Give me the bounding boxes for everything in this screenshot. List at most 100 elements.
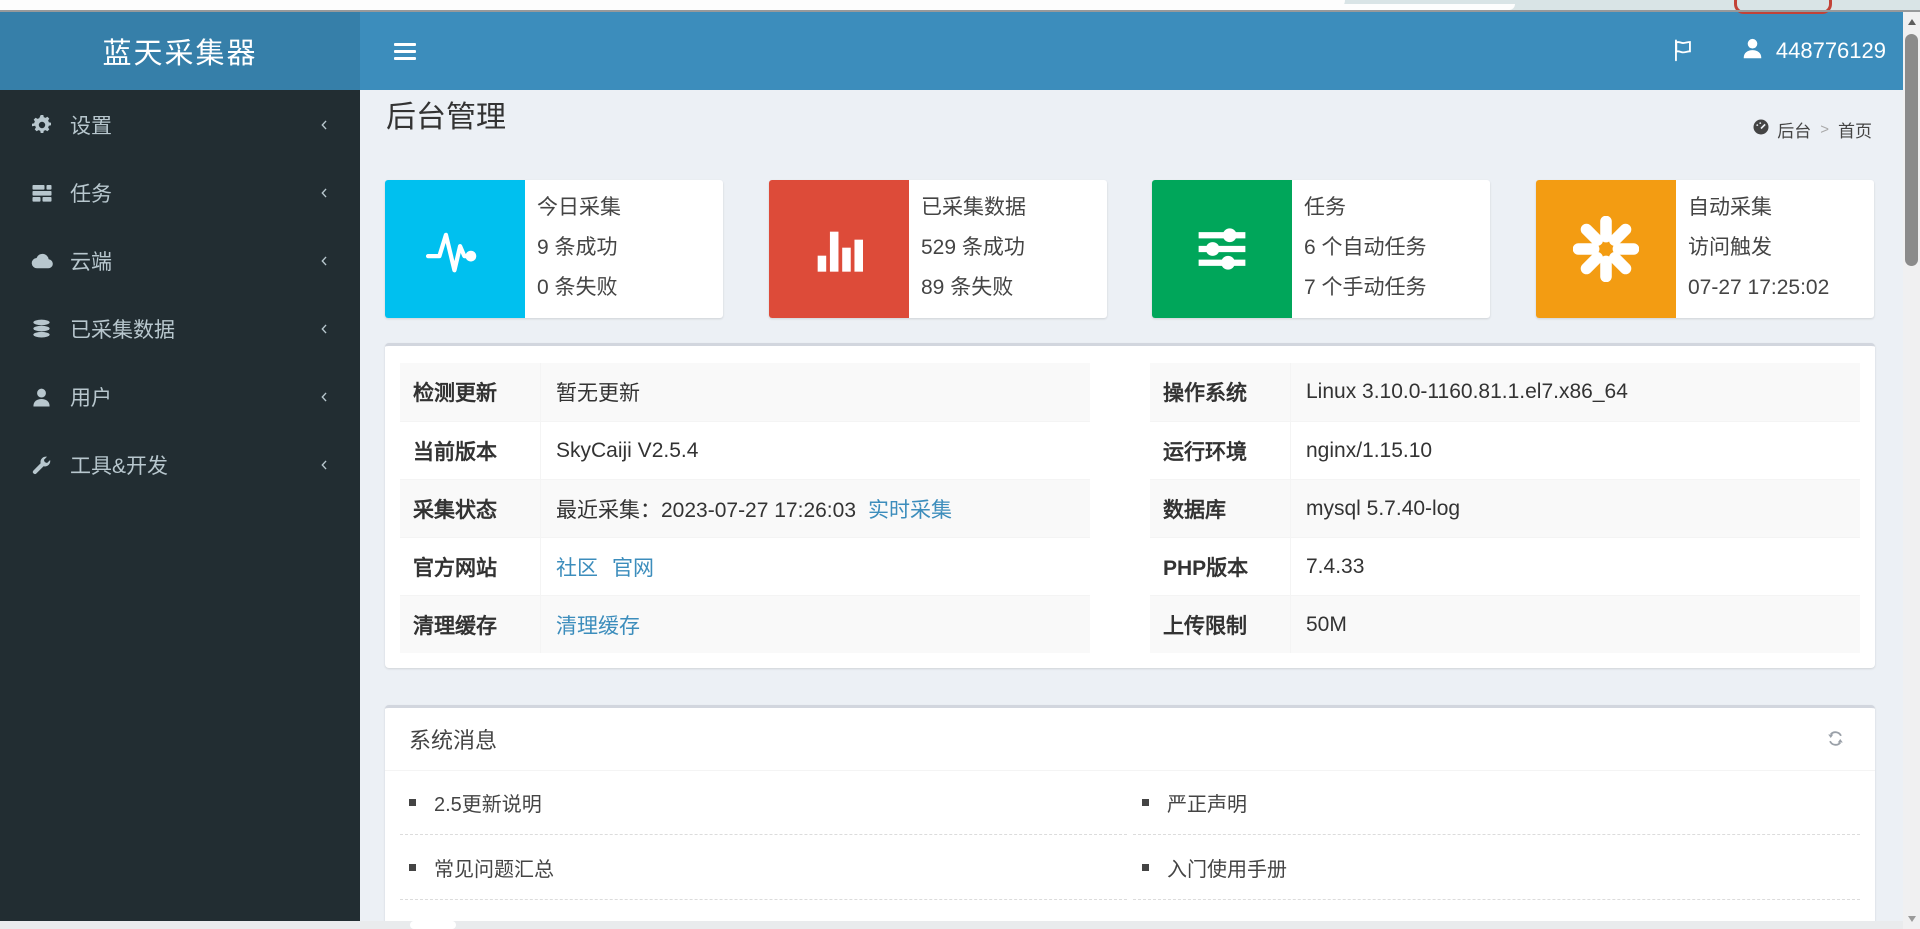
chevron-left-icon — [317, 458, 332, 473]
scroll-thumb[interactable] — [1905, 34, 1918, 266]
list-item: 常见问题汇总 — [400, 835, 1127, 900]
hamburger-icon — [394, 56, 416, 60]
user-icon — [1740, 36, 1765, 67]
row-label: PHP版本 — [1150, 538, 1291, 595]
sliders-icon — [1152, 180, 1292, 318]
table-row: 运行环境 nginx/1.15.10 — [1150, 421, 1860, 479]
sidebar: 设置 任务 云端 已采集数据 用户 工具&开发 — [0, 90, 360, 929]
community-link[interactable]: 社区 — [556, 552, 598, 582]
row-label: 检测更新 — [400, 363, 541, 421]
navbar-right: 448776129 — [1670, 12, 1886, 90]
bullet-icon — [1142, 863, 1149, 871]
sidebar-item-users[interactable]: 用户 — [0, 363, 360, 431]
system-table-right: 操作系统 Linux 3.10.0-1160.81.1.el7.x86_64 运… — [1150, 363, 1860, 653]
sidebar-item-label: 已采集数据 — [70, 319, 175, 342]
info-box-collected-data: 已采集数据 529 条成功 89 条失败 — [769, 180, 1107, 318]
vertical-scrollbar[interactable] — [1903, 12, 1920, 929]
breadcrumb-current: 首页 — [1838, 122, 1872, 141]
message-link[interactable]: 常见问题汇总 — [409, 853, 554, 882]
sidebar-item-label: 任务 — [70, 183, 112, 206]
sidebar-item-label: 云端 — [70, 251, 112, 274]
tasks-icon — [30, 181, 70, 205]
scroll-up-button[interactable] — [1903, 13, 1920, 31]
panel-title: 系统消息 — [409, 728, 498, 753]
browser-bottom-strip — [0, 921, 1903, 929]
sidebar-item-label: 设置 — [70, 115, 112, 138]
sidebar-menu: 设置 任务 云端 已采集数据 用户 工具&开发 — [0, 90, 360, 499]
info-box-tasks: 任务 6 个自动任务 7 个手动任务 — [1152, 180, 1490, 318]
breadcrumb-home-link[interactable]: 后台 — [1752, 117, 1811, 142]
chevron-left-icon — [317, 390, 332, 405]
sidebar-item-tasks[interactable]: 任务 — [0, 159, 360, 227]
row-label: 官方网站 — [400, 538, 541, 595]
brand-logo[interactable]: 蓝天采集器 — [0, 12, 360, 90]
info-box-title: 今日采集 — [537, 196, 621, 219]
message-link[interactable]: 入门使用手册 — [1142, 853, 1287, 882]
list-item: 严正声明 — [1133, 770, 1860, 835]
browser-chrome-strip — [0, 0, 1920, 14]
sidebar-item-settings[interactable]: 设置 — [0, 91, 360, 159]
table-row: 操作系统 Linux 3.10.0-1160.81.1.el7.x86_64 — [1150, 363, 1860, 421]
breadcrumb-root-label: 后台 — [1777, 122, 1812, 141]
triangle-up-icon — [1907, 19, 1916, 25]
info-box-line: 89 条失败 — [921, 276, 1014, 299]
info-box-line: 529 条成功 — [921, 236, 1025, 259]
message-text: 严正声明 — [1167, 793, 1247, 816]
info-box-auto-collect: 自动采集 访问触发 07-27 17:25:02 — [1536, 180, 1874, 318]
message-list-left: 2.5更新说明 常见问题汇总 服务器学生福利 — [400, 770, 1127, 929]
table-row: 检测更新 暂无更新 — [400, 363, 1090, 421]
sidebar-toggle-button[interactable] — [380, 12, 430, 90]
dashboard-icon — [1752, 118, 1770, 141]
sidebar-item-tools-dev[interactable]: 工具&开发 — [0, 431, 360, 499]
sidebar-item-cloud[interactable]: 云端 — [0, 227, 360, 295]
refresh-button[interactable] — [1826, 729, 1845, 751]
row-label: 上传限制 — [1150, 596, 1291, 653]
sidebar-item-label: 工具&开发 — [70, 455, 169, 478]
row-value: nginx/1.15.10 — [1306, 438, 1433, 462]
row-label: 清理缓存 — [400, 596, 541, 653]
breadcrumb: 后台 > 首页 — [1752, 117, 1872, 142]
official-site-link[interactable]: 官网 — [612, 552, 654, 582]
message-link[interactable]: 严正声明 — [1142, 788, 1247, 817]
bullet-icon — [409, 863, 416, 871]
info-box-line: 7 个手动任务 — [1304, 276, 1427, 299]
chevron-left-icon — [317, 186, 332, 201]
row-value: 暂无更新 — [556, 382, 640, 405]
clear-cache-link[interactable]: 清理缓存 — [556, 610, 640, 640]
row-label: 操作系统 — [1150, 363, 1291, 421]
message-text: 常见问题汇总 — [434, 858, 554, 881]
system-table-left: 检测更新 暂无更新 当前版本 SkyCaiji V2.5.4 采集状态 最近采集… — [400, 363, 1090, 653]
table-row: 数据库 mysql 5.7.40-log — [1150, 479, 1860, 537]
message-text: 2.5更新说明 — [434, 793, 542, 816]
asterisk-icon — [1536, 180, 1676, 318]
top-navbar: 蓝天采集器 448776129 — [0, 12, 1920, 90]
status-pill — [410, 921, 456, 929]
panel-header: 系统消息 — [385, 708, 1875, 771]
info-box-content: 自动采集 访问触发 07-27 17:25:02 — [1688, 188, 1868, 308]
table-row: 清理缓存 清理缓存 — [400, 595, 1090, 653]
info-box-today-collect: 今日采集 9 条成功 0 条失败 — [385, 180, 723, 318]
realtime-collect-link[interactable]: 实时采集 — [868, 494, 952, 524]
table-row: 当前版本 SkyCaiji V2.5.4 — [400, 421, 1090, 479]
username: 448776129 — [1775, 38, 1886, 63]
chevron-left-icon — [317, 254, 332, 269]
page-title: 后台管理 — [386, 101, 506, 134]
row-value: 7.4.33 — [1306, 554, 1365, 578]
info-box-line: 0 条失败 — [537, 276, 618, 299]
sidebar-item-collected-data[interactable]: 已采集数据 — [0, 295, 360, 363]
row-value: 50M — [1306, 612, 1347, 636]
table-row: PHP版本 7.4.33 — [1150, 537, 1860, 595]
info-box-content: 已采集数据 529 条成功 89 条失败 — [921, 188, 1101, 308]
scroll-down-button[interactable] — [1903, 910, 1920, 928]
system-messages-panel: 系统消息 2.5更新说明 常见问题汇总 严正声明 入门使用手册 — [385, 705, 1875, 929]
message-text: 入门使用手册 — [1167, 858, 1287, 881]
user-menu[interactable]: 448776129 — [1740, 36, 1886, 67]
gear-icon — [30, 113, 70, 137]
admin-dashboard: 蓝天采集器 448776129 设置 任务 云端 已采集数据 用户 工具&开发 … — [0, 0, 1920, 929]
info-box-content: 任务 6 个自动任务 7 个手动任务 — [1304, 188, 1484, 308]
table-row: 上传限制 50M — [1150, 595, 1860, 653]
message-link[interactable]: 2.5更新说明 — [409, 788, 542, 817]
list-item: 2.5更新说明 — [400, 770, 1127, 835]
notifications-flag-button[interactable] — [1670, 37, 1696, 66]
info-box-line: 6 个自动任务 — [1304, 236, 1427, 259]
